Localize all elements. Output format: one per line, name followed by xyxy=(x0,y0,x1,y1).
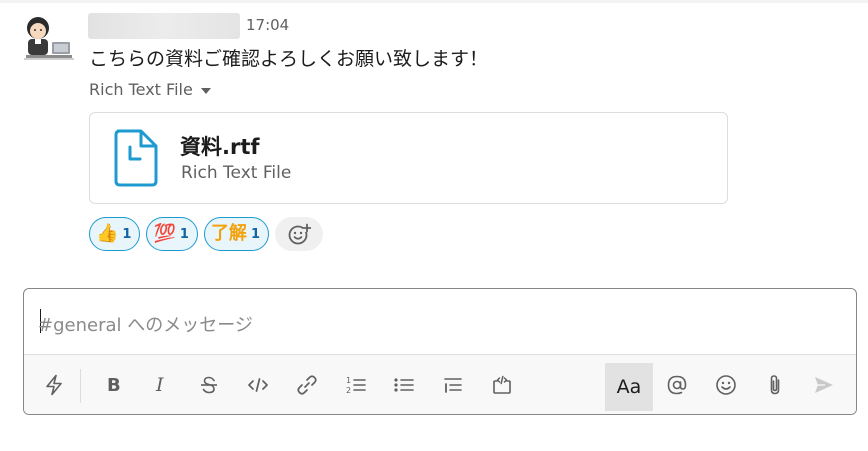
svg-text:2: 2 xyxy=(346,386,351,395)
code-block-icon[interactable] xyxy=(482,355,522,414)
reaction-count: 1 xyxy=(122,226,132,242)
message-input[interactable]: #general へのメッセージ xyxy=(38,311,253,337)
file-name[interactable]: 資料.rtf xyxy=(180,131,260,161)
send-icon[interactable] xyxy=(804,355,844,414)
link-icon[interactable] xyxy=(287,355,327,414)
shortcuts-lightning-icon[interactable] xyxy=(34,355,74,414)
sender-name-redacted[interactable] xyxy=(88,13,240,39)
top-divider xyxy=(0,0,868,3)
code-icon[interactable] xyxy=(238,355,278,414)
formatting-toggle-button[interactable]: Aa xyxy=(605,363,653,411)
italic-icon[interactable]: I xyxy=(141,355,181,414)
reaction-count: 1 xyxy=(250,226,260,242)
svg-text:I: I xyxy=(155,375,164,395)
file-type-label: Rich Text File xyxy=(89,80,193,99)
add-reaction-button[interactable] xyxy=(274,217,323,251)
avatar[interactable] xyxy=(22,14,76,66)
thumbs-up-icon: 👍 xyxy=(96,223,119,244)
bulleted-list-icon[interactable] xyxy=(384,355,424,414)
mention-icon[interactable] xyxy=(657,355,697,414)
attach-icon[interactable] xyxy=(755,355,795,414)
caret-down-icon xyxy=(200,87,211,94)
document-icon xyxy=(114,129,158,187)
message-composer[interactable]: #general へのメッセージ B I 12 Aa xyxy=(23,288,857,415)
bold-icon[interactable]: B xyxy=(94,355,134,414)
file-attachment-card[interactable]: 資料.rtf Rich Text File xyxy=(89,112,728,204)
strikethrough-icon[interactable] xyxy=(189,355,229,414)
svg-text:B: B xyxy=(107,375,121,395)
message-timestamp[interactable]: 17:04 xyxy=(246,16,289,34)
reaction-thumbs-up[interactable]: 👍 1 xyxy=(89,217,141,251)
reaction-count: 1 xyxy=(179,226,189,242)
reaction-ryokai[interactable]: 了解 1 xyxy=(203,217,269,251)
formatting-toolbar: B I 12 Aa xyxy=(24,354,856,414)
add-emoji-icon xyxy=(288,223,311,245)
avatar-illustration-icon xyxy=(24,17,74,60)
file-preview-toggle[interactable]: Rich Text File xyxy=(89,80,211,99)
reaction-hundred-points[interactable]: 💯 1 xyxy=(146,217,198,251)
reaction-bar: 👍 1 💯 1 了解 1 xyxy=(89,217,323,251)
message-text: こちらの資料ご確認よろしくお願い致します！ xyxy=(89,48,489,70)
ordered-list-icon[interactable]: 12 xyxy=(336,355,376,414)
svg-text:1: 1 xyxy=(346,376,351,385)
file-type: Rich Text File xyxy=(181,163,292,183)
emoji-icon[interactable] xyxy=(706,355,746,414)
toolbar-divider xyxy=(80,369,81,403)
blockquote-icon[interactable] xyxy=(433,355,473,414)
ryokai-stamp-icon: 了解 xyxy=(210,223,247,244)
hundred-points-icon: 💯 xyxy=(153,223,176,244)
